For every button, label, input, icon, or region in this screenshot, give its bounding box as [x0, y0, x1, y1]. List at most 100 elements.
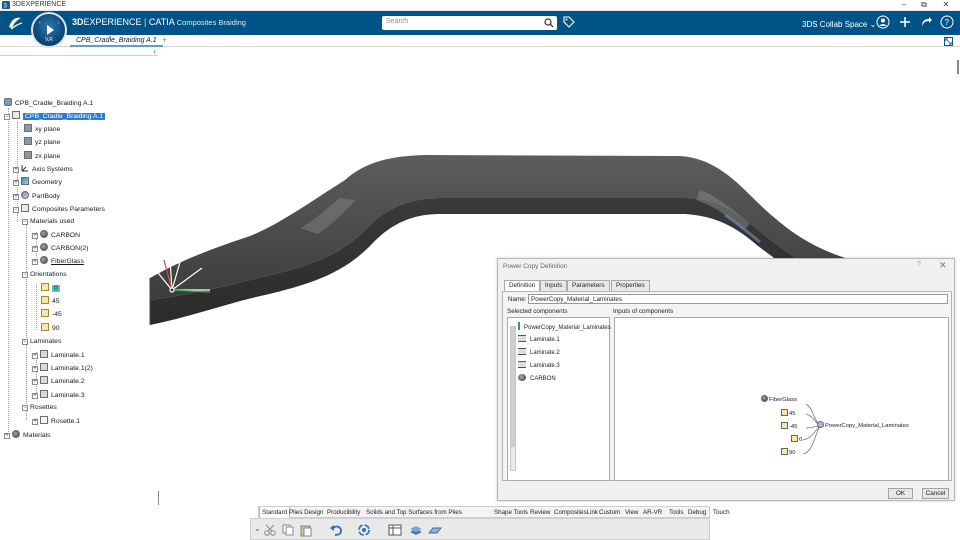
ds-logo-icon[interactable]	[6, 14, 24, 32]
cancel-button[interactable]: Cancel	[922, 488, 949, 499]
collapse-tree-button[interactable]: ‹	[153, 47, 156, 56]
list-item[interactable]: CARBON	[518, 374, 556, 382]
expand-toggle[interactable]: +	[32, 353, 38, 359]
expand-toggle[interactable]: +	[32, 259, 38, 265]
paste-icon[interactable]	[299, 523, 313, 537]
action-tab-solids-and-top-surfaces-from-plies[interactable]: Solids and Top Surfaces from Plies	[364, 507, 464, 518]
collapse-toggle[interactable]: −	[4, 114, 10, 120]
tree-item-geometry[interactable]: + Geometry	[13, 177, 62, 187]
compass-widget[interactable]: ‹ › V,R	[31, 12, 67, 48]
add-icon[interactable]	[898, 15, 912, 29]
ply-stack-icon[interactable]	[409, 523, 423, 537]
tree-item-xy-plane[interactable]: xy plane	[24, 124, 60, 134]
search-icon[interactable]	[544, 18, 554, 28]
collapse-toggle[interactable]: −	[13, 207, 19, 213]
help-icon[interactable]: ?	[940, 15, 954, 29]
undo-icon[interactable]	[329, 523, 343, 537]
inputs-graph-area[interactable]: FiberGlass 45 -45 0 90 PowerCopy_Materia…	[614, 317, 949, 481]
tree-item-orientation-90[interactable]: 90	[41, 323, 60, 333]
table-icon[interactable]	[388, 523, 402, 537]
add-tab-button[interactable]: +	[162, 35, 167, 45]
play-icon[interactable]	[47, 25, 54, 35]
tree-item-material-carbon[interactable]: + CARBON	[32, 230, 80, 240]
collapse-toggle[interactable]: −	[22, 405, 28, 411]
tree-item-partbody[interactable]: + PartBody	[13, 191, 60, 201]
tree-item-materials[interactable]: + Materials	[4, 430, 51, 440]
right-edge-scrollbar[interactable]	[957, 60, 959, 74]
expand-tools-icon[interactable]: ⌄	[254, 524, 261, 533]
selected-components-list[interactable]: PowerCopy_Material_Laminates Laminate.1 …	[507, 317, 611, 481]
graph-node-fiberglass[interactable]: FiberGlass	[761, 395, 797, 403]
tree-item-rosettes[interactable]: − Rosettes	[22, 403, 57, 413]
list-item[interactable]: PowerCopy_Material_Laminates	[518, 322, 611, 331]
action-tab-view[interactable]: View	[623, 507, 640, 518]
help-button[interactable]: ?	[917, 261, 921, 268]
expand-toggle[interactable]: +	[13, 167, 19, 173]
action-tab-shape-tools[interactable]: Shape Tools	[492, 507, 530, 518]
action-tab-debug[interactable]: Debug	[686, 507, 708, 518]
tree-item-laminates[interactable]: − Laminates	[22, 337, 61, 347]
search-field[interactable]: Search	[382, 16, 557, 30]
tree-item-composites-parameters[interactable]: − Composites Parameters	[13, 204, 105, 214]
surface-icon[interactable]	[428, 523, 442, 537]
graph-node-orientation-minus-45[interactable]: -45	[781, 422, 797, 430]
tree-item-zx-plane[interactable]: zx plane	[24, 151, 60, 161]
action-tab-compositeslink[interactable]: CompositesLink	[552, 507, 600, 518]
close-dialog-button[interactable]: ✕	[939, 260, 947, 271]
update-icon[interactable]	[357, 523, 371, 537]
graph-node-orientation-90[interactable]: 90	[781, 448, 795, 456]
copy-icon[interactable]	[281, 523, 295, 537]
tree-item-axis-systems[interactable]: + Axis Systems	[13, 164, 73, 174]
collapse-toggle[interactable]: −	[22, 219, 28, 225]
tree-item-orientation-45[interactable]: 45	[41, 296, 60, 306]
action-tab-custom[interactable]: Custom	[597, 507, 622, 518]
list-item[interactable]: Laminate.3	[518, 361, 560, 369]
tab-properties[interactable]: Properties	[611, 280, 650, 291]
tree-item-yz-plane[interactable]: yz plane	[24, 137, 60, 147]
collab-space-selector[interactable]: 3DS Collab Space ⌄	[802, 20, 876, 29]
tree-part-node[interactable]: − CPB_Cradle_Braiding A.1	[4, 111, 106, 121]
action-tab-ar-vr[interactable]: AR-VR	[641, 507, 664, 518]
action-tab-producibility[interactable]: Producibility	[325, 507, 362, 518]
close-window-button[interactable]: ✕	[936, 0, 956, 11]
expand-toggle[interactable]: +	[32, 233, 38, 239]
tree-item-orientations[interactable]: − Orientations	[22, 270, 67, 280]
tree-item-laminate-3[interactable]: + Laminate.3	[32, 390, 85, 400]
graph-node-orientation-0[interactable]: 0	[791, 435, 802, 443]
tab-inputs[interactable]: Inputs	[540, 280, 568, 291]
user-profile-icon[interactable]	[876, 15, 890, 29]
share-icon[interactable]	[919, 15, 933, 29]
tree-item-materials-used[interactable]: − Materials used	[22, 217, 74, 227]
expand-toggle[interactable]: +	[32, 419, 38, 425]
graph-node-orientation-45[interactable]: 45	[781, 409, 795, 417]
expand-toggle[interactable]: +	[32, 379, 38, 385]
ok-button[interactable]: OK	[888, 488, 913, 499]
tree-item-orientation-minus-45[interactable]: -45	[41, 309, 62, 319]
collapse-toggle[interactable]: −	[22, 272, 28, 278]
action-tab-review[interactable]: Review	[528, 507, 552, 518]
tree-item-material-fiberglass[interactable]: + FiberGlass	[32, 256, 84, 266]
tree-item-laminate-1[interactable]: + Laminate.1	[32, 350, 85, 360]
list-item[interactable]: Laminate.2	[518, 348, 560, 356]
tree-item-rosette-1[interactable]: + Rosette.1	[32, 416, 80, 426]
minimize-button[interactable]: –	[894, 0, 914, 11]
action-tab-touch[interactable]: Touch	[711, 507, 732, 518]
name-field[interactable]: PowerCopy_Material_Laminates	[528, 294, 948, 304]
viewer-splitter-handle[interactable]	[158, 491, 159, 505]
expand-toggle[interactable]: +	[4, 433, 10, 439]
expand-toggle[interactable]: +	[32, 366, 38, 372]
tab-cpb-cradle-braiding[interactable]: CPB_Cradle_Braiding A.1	[70, 35, 163, 47]
tab-parameters[interactable]: Parameters	[567, 280, 610, 291]
restore-button[interactable]: ⧉	[914, 0, 934, 11]
action-tab-plies-design[interactable]: Plies Design	[287, 507, 325, 518]
tree-item-laminate-2[interactable]: + Laminate.2	[32, 376, 85, 386]
expand-toggle[interactable]: +	[13, 194, 19, 200]
action-tab-standard[interactable]: Standard	[259, 507, 291, 518]
action-tab-tools[interactable]: Tools	[667, 507, 685, 518]
collapse-toggle[interactable]: −	[22, 339, 28, 345]
tree-item-laminate-1-2[interactable]: + Laminate.1(2)	[32, 363, 93, 373]
tree-item-orientation-0[interactable]: 0	[41, 283, 60, 293]
expand-toggle[interactable]: +	[13, 180, 19, 186]
graph-node-output[interactable]: PowerCopy_Material_Laminates	[817, 421, 909, 429]
expand-toggle[interactable]: +	[32, 393, 38, 399]
